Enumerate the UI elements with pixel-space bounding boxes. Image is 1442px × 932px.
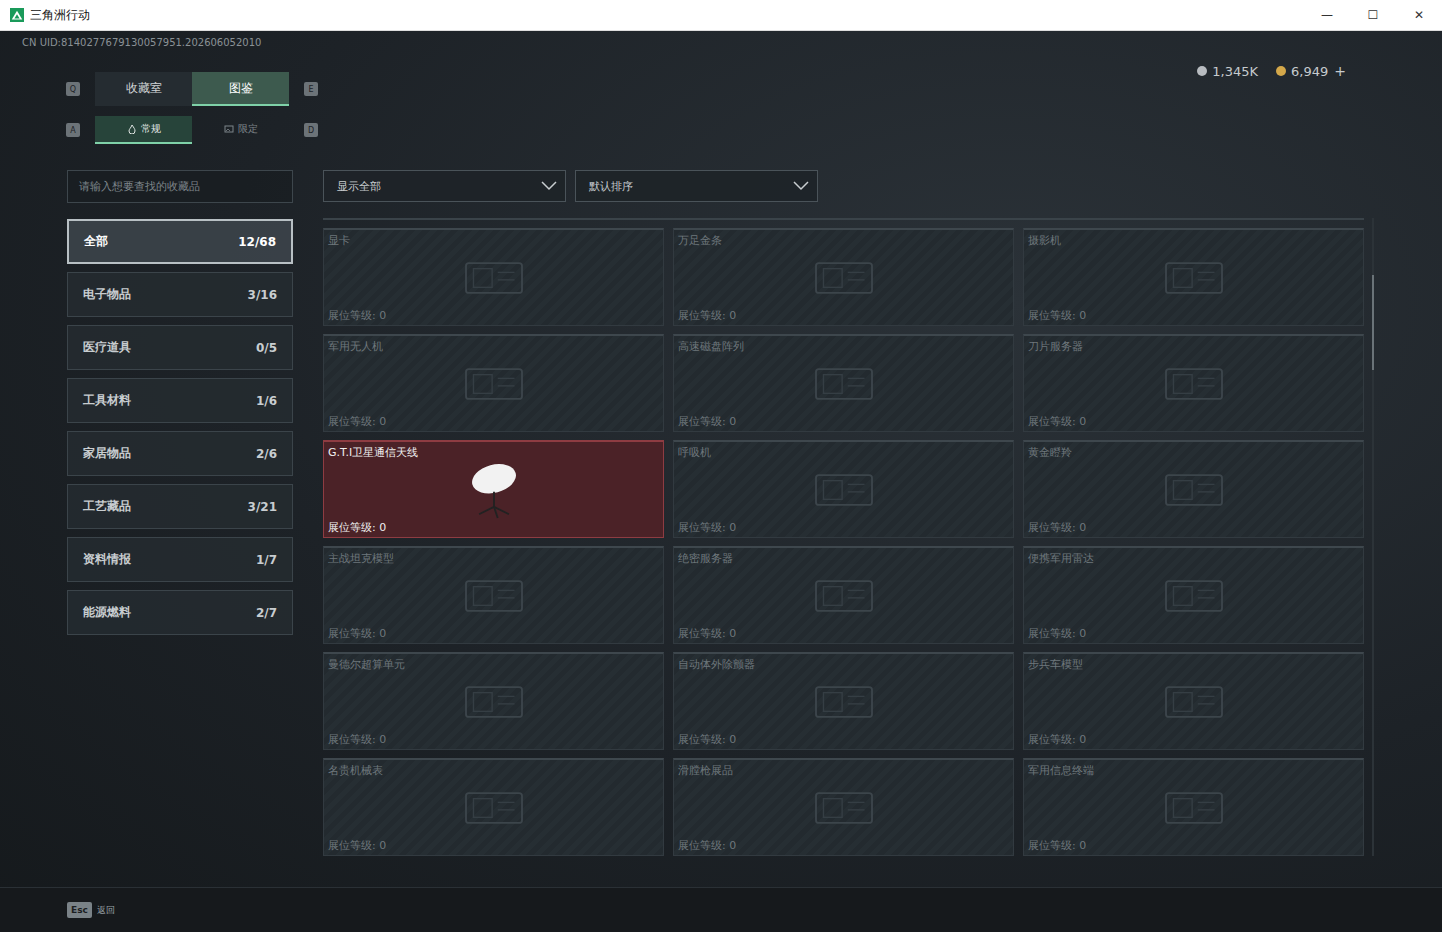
chevron-down-icon xyxy=(793,181,809,191)
item-silhouette-icon xyxy=(454,568,534,624)
main-tabs: Q 收藏室图鉴 E xyxy=(66,72,318,106)
collection-card[interactable]: 摄影机展位等级: 0 xyxy=(1023,228,1364,326)
currency: 6,949 xyxy=(1276,64,1328,79)
category-item[interactable]: 电子物品3/16 xyxy=(67,272,293,317)
category-item[interactable]: 家居物品2/6 xyxy=(67,431,293,476)
currency-bar: 1,345K 6,949 + xyxy=(1197,31,1442,81)
item-silhouette-icon xyxy=(454,674,534,730)
item-silhouette-icon xyxy=(1154,568,1234,624)
collection-card[interactable]: 步兵车模型展位等级: 0 xyxy=(1023,652,1364,750)
filter-dropdown[interactable]: 显示全部 xyxy=(323,170,566,202)
category-list: 全部12/68 电子物品3/16 医疗道具0/5 工具材料1/6 家居物品2/6 工艺藏品… xyxy=(67,219,293,635)
collection-card[interactable]: 曼德尔超算单元展位等级: 0 xyxy=(323,652,664,750)
window-control-button[interactable]: ☐ xyxy=(1350,8,1396,22)
item-silhouette-icon xyxy=(804,250,884,306)
flame-icon xyxy=(127,124,137,134)
window-control-button[interactable]: ✕ xyxy=(1396,8,1442,22)
main-tab[interactable]: 图鉴 xyxy=(192,72,289,106)
item-silhouette-icon xyxy=(804,462,884,518)
collection-card[interactable]: 军用信息终端展位等级: 0 xyxy=(1023,758,1364,856)
collection-card[interactable]: 便携军用雷达展位等级: 0 xyxy=(1023,546,1364,644)
item-silhouette-icon xyxy=(1154,356,1234,412)
key-hint: Q xyxy=(66,82,80,96)
item-silhouette-icon xyxy=(804,356,884,412)
satellite-dish-icon xyxy=(466,460,522,520)
sub-tab[interactable]: 限定 xyxy=(192,116,289,144)
scrollbar[interactable] xyxy=(1372,218,1374,856)
back-button[interactable]: Esc返回 xyxy=(67,902,115,918)
collection-card[interactable]: 主战坦克模型展位等级: 0 xyxy=(323,546,664,644)
collection-card[interactable]: G.T.I卫星通信天线展位等级: 0 xyxy=(323,440,664,538)
collection-card[interactable]: 绝密服务器展位等级: 0 xyxy=(673,546,1014,644)
window-control-button[interactable]: — xyxy=(1304,8,1350,22)
category-item[interactable]: 能源燃料2/7 xyxy=(67,590,293,635)
collection-card[interactable]: 刀片服务器展位等级: 0 xyxy=(1023,334,1364,432)
chevron-down-icon xyxy=(541,181,557,191)
app-logo-icon xyxy=(10,8,24,22)
item-silhouette-icon xyxy=(1154,462,1234,518)
item-silhouette-icon xyxy=(454,780,534,836)
collection-card[interactable]: 呼吸机展位等级: 0 xyxy=(673,440,1014,538)
item-silhouette-icon xyxy=(804,780,884,836)
item-silhouette-icon xyxy=(1154,780,1234,836)
coin-icon xyxy=(1276,66,1286,76)
item-silhouette-icon xyxy=(1154,250,1234,306)
collection-card[interactable]: 名贵机械表展位等级: 0 xyxy=(323,758,664,856)
coin-icon xyxy=(1197,66,1207,76)
item-silhouette-icon xyxy=(804,568,884,624)
item-silhouette-icon xyxy=(454,356,534,412)
category-item[interactable]: 工具材料1/6 xyxy=(67,378,293,423)
main-tab[interactable]: 收藏室 xyxy=(95,72,192,106)
collection-card[interactable]: 黄金瞪羚展位等级: 0 xyxy=(1023,440,1364,538)
main-area: CN UID:8140277679130057951.202606052010 Q… xyxy=(0,31,1442,932)
title-bar: 三角洲行动 —☐✕ xyxy=(0,0,1442,31)
category-item[interactable]: 工艺藏品3/21 xyxy=(67,484,293,529)
collection-card[interactable]: 自动体外除颤器展位等级: 0 xyxy=(673,652,1014,750)
item-silhouette-icon xyxy=(454,250,534,306)
key-hint: D xyxy=(304,123,318,137)
currency: 1,345K xyxy=(1197,64,1258,79)
item-grid: 显卡展位等级: 0万足金条展位等级: 0摄影机展位等级: 0 军用无人机展位等级:… xyxy=(323,218,1364,856)
uid-label: CN UID:8140277679130057951.202606052010 xyxy=(22,37,318,51)
search-field[interactable]: 请输入想要查找的收藏品 xyxy=(67,170,293,203)
category-item[interactable]: 资料情报1/7 xyxy=(67,537,293,582)
footer-bar: Esc返回 xyxy=(0,887,1442,932)
sub-tab[interactable]: 常规 xyxy=(95,116,192,144)
filter-dropdown[interactable]: 默认排序 xyxy=(575,170,818,202)
add-currency-button[interactable]: + xyxy=(1334,63,1346,79)
window-title: 三角洲行动 xyxy=(30,7,90,24)
category-item[interactable]: 全部12/68 xyxy=(67,219,293,264)
game-window: 三角洲行动 —☐✕ CN UID:8140277679130057951.20260… xyxy=(0,0,1442,932)
collection-card[interactable]: 滑膛枪展品展位等级: 0 xyxy=(673,758,1014,856)
collection-card[interactable]: 显卡展位等级: 0 xyxy=(323,228,664,326)
image-icon xyxy=(224,124,234,134)
category-item[interactable]: 医疗道具0/5 xyxy=(67,325,293,370)
item-silhouette-icon xyxy=(1154,674,1234,730)
item-silhouette-icon xyxy=(804,674,884,730)
key-hint: A xyxy=(66,123,80,137)
collection-card[interactable]: 万足金条展位等级: 0 xyxy=(673,228,1014,326)
sub-tabs: A 常规限定 D xyxy=(66,116,318,144)
key-hint: E xyxy=(304,82,318,96)
collection-card[interactable]: 军用无人机展位等级: 0 xyxy=(323,334,664,432)
collection-card[interactable]: 高速磁盘阵列展位等级: 0 xyxy=(673,334,1014,432)
